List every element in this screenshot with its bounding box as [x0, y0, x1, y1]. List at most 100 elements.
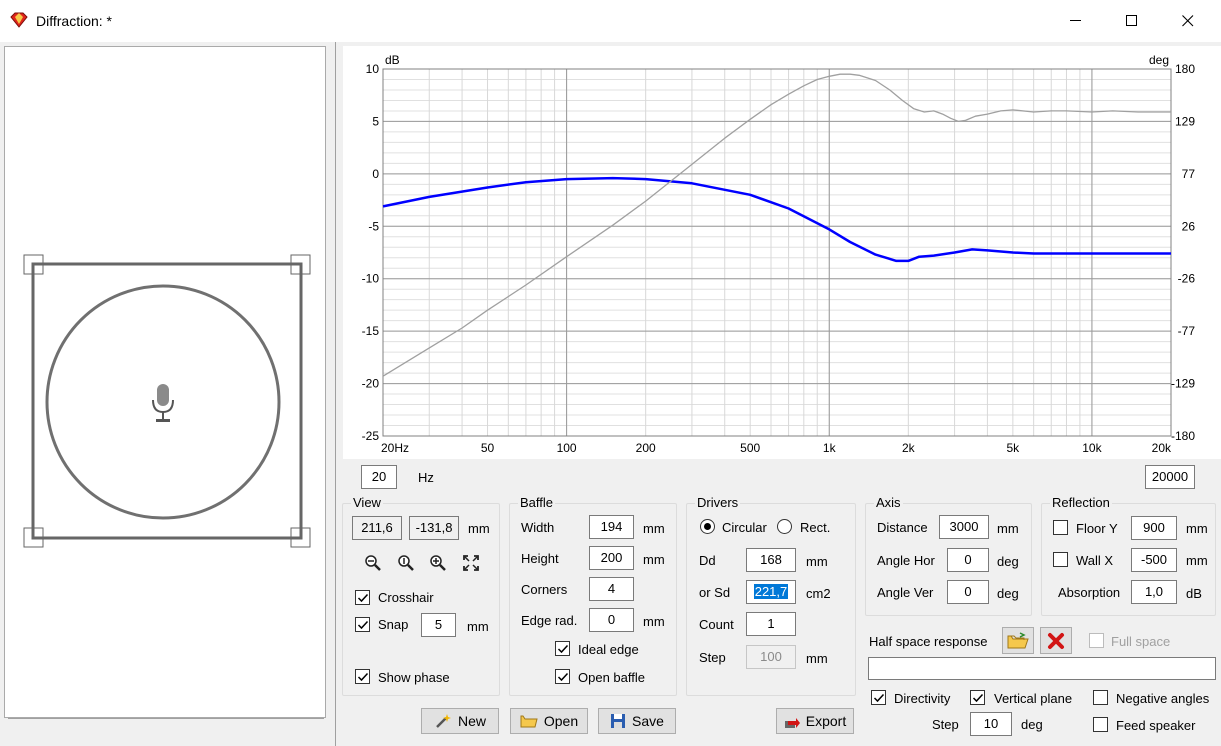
directivity-checkbox[interactable] [871, 690, 886, 705]
zoom-out-vertical-icon[interactable] [396, 553, 415, 572]
baffle-drawing [23, 254, 311, 548]
zoom-out-horizontal-icon[interactable] [363, 553, 382, 572]
y2-tick-label: 129 [1175, 114, 1195, 128]
angle-hor-input[interactable]: 0 [947, 548, 989, 572]
circular-radio[interactable] [700, 519, 715, 534]
x-tick-label: 1k [823, 441, 837, 455]
min-frequency-input[interactable]: 20 [361, 465, 397, 489]
y-tick-label: -5 [368, 219, 379, 233]
y-tick-label: 5 [372, 114, 379, 128]
sd-label: or Sd [699, 585, 731, 600]
wall-checkbox[interactable] [1053, 552, 1068, 567]
absorption-label: Absorption [1058, 585, 1121, 600]
x-tick-label: 20Hz [381, 441, 409, 455]
maximize-button[interactable] [1104, 0, 1160, 42]
folder-open-icon [520, 715, 538, 728]
drivers-group-title: Drivers [695, 495, 741, 510]
open-half-space-button[interactable] [1002, 627, 1034, 654]
max-frequency-input[interactable]: 20000 [1145, 465, 1195, 489]
ideal-edge-checkbox[interactable] [555, 641, 570, 656]
open-button-label: Open [543, 713, 579, 729]
app-icon [10, 12, 28, 31]
full-space-label: Full space [1111, 634, 1171, 649]
distance-input[interactable]: 3000 [939, 515, 989, 539]
y2-tick-label: -77 [1178, 324, 1196, 338]
new-button[interactable]: New [421, 708, 499, 734]
step-input[interactable]: 100 [746, 645, 796, 669]
floppy-disk-icon [611, 714, 626, 728]
y-tick-label: -20 [362, 377, 380, 391]
step-unit: mm [806, 651, 828, 666]
minimize-button[interactable] [1048, 0, 1104, 42]
absorption-input[interactable]: 1,0 [1131, 580, 1177, 604]
vertical-plane-checkbox[interactable] [970, 690, 985, 705]
window-title: Diffraction: * [36, 13, 112, 29]
snap-checkbox[interactable] [355, 617, 370, 632]
baffle-group-title: Baffle [518, 495, 556, 510]
save-button[interactable]: Save [598, 708, 676, 734]
x-tick-label: 500 [740, 441, 760, 455]
export-button[interactable]: Export [776, 708, 854, 734]
negative-angles-checkbox[interactable] [1093, 690, 1108, 705]
open-button[interactable]: Open [510, 708, 588, 734]
circular-label: Circular [722, 520, 767, 535]
show-phase-label: Show phase [378, 670, 450, 685]
dd-label: Dd [699, 553, 716, 568]
show-phase-checkbox[interactable] [355, 669, 370, 684]
sd-unit: cm2 [806, 586, 831, 601]
crosshair-checkbox[interactable] [355, 590, 370, 605]
y2-tick-label: 26 [1182, 219, 1196, 233]
y-tick-label: -10 [362, 272, 380, 286]
x-tick-label: 200 [636, 441, 656, 455]
feed-speaker-checkbox[interactable] [1093, 717, 1108, 732]
height-label: Height [521, 551, 559, 566]
height-unit: mm [643, 552, 665, 567]
magnitude-curve [382, 176, 1171, 263]
height-input[interactable]: 200 [589, 546, 634, 570]
zoom-fit-icon[interactable] [461, 553, 480, 572]
floor-checkbox[interactable] [1053, 520, 1068, 535]
open-baffle-label: Open baffle [578, 670, 645, 685]
floor-input[interactable]: 900 [1131, 516, 1177, 540]
y2-tick-label: 77 [1182, 167, 1196, 181]
chart-svg: 1050-5-10-15-20-251801297726-26-77-129-1… [362, 53, 1196, 455]
angle-ver-unit: deg [997, 586, 1019, 601]
floor-unit: mm [1186, 521, 1208, 536]
snap-input[interactable]: 5 [421, 613, 456, 637]
y-axis-label: dB [385, 53, 400, 67]
rect-radio[interactable] [777, 519, 792, 534]
wall-input[interactable]: -500 [1131, 548, 1177, 572]
edge-radius-input[interactable]: 0 [589, 608, 634, 632]
y-tick-label: -25 [362, 429, 380, 443]
floor-label: Floor Y [1076, 521, 1118, 536]
microphone-icon [152, 384, 174, 422]
x-tick-label: 100 [557, 441, 577, 455]
open-baffle-checkbox[interactable] [555, 669, 570, 684]
half-space-file-input[interactable] [868, 657, 1216, 680]
zoom-in-icon[interactable] [428, 553, 447, 572]
angle-hor-label: Angle Hor [877, 553, 935, 568]
full-space-checkbox[interactable] [1089, 633, 1104, 648]
y2-tick-label: -26 [1178, 272, 1196, 286]
y2-tick-label: 180 [1175, 62, 1195, 76]
angle-ver-input[interactable]: 0 [947, 580, 989, 604]
count-input[interactable]: 1 [746, 612, 796, 636]
feed-speaker-label: Feed speaker [1116, 718, 1196, 733]
x-tick-label: 50 [481, 441, 495, 455]
close-button[interactable] [1160, 0, 1216, 42]
absorption-unit: dB [1186, 586, 1202, 601]
baffle-preview[interactable] [4, 46, 326, 718]
clear-half-space-button[interactable] [1040, 627, 1072, 654]
y-tick-label: 0 [372, 167, 379, 181]
cursor-y-readout: -131,8 [409, 516, 459, 540]
width-input[interactable]: 194 [589, 515, 634, 539]
frequency-response-chart[interactable]: 10 5 0 -5 -10 -15 -20 -25 180 129 77 26 -26 -77 -129 -1… [343, 46, 1221, 459]
distance-unit: mm [997, 521, 1019, 536]
left-separator [8, 718, 324, 719]
dd-input[interactable]: 168 [746, 548, 796, 572]
corners-input[interactable]: 4 [589, 577, 634, 601]
y-tick-label: 10 [366, 62, 380, 76]
view-group-title: View [351, 495, 383, 510]
directivity-step-input[interactable]: 10 [970, 712, 1012, 736]
sd-input[interactable]: 221,7 [746, 580, 796, 604]
